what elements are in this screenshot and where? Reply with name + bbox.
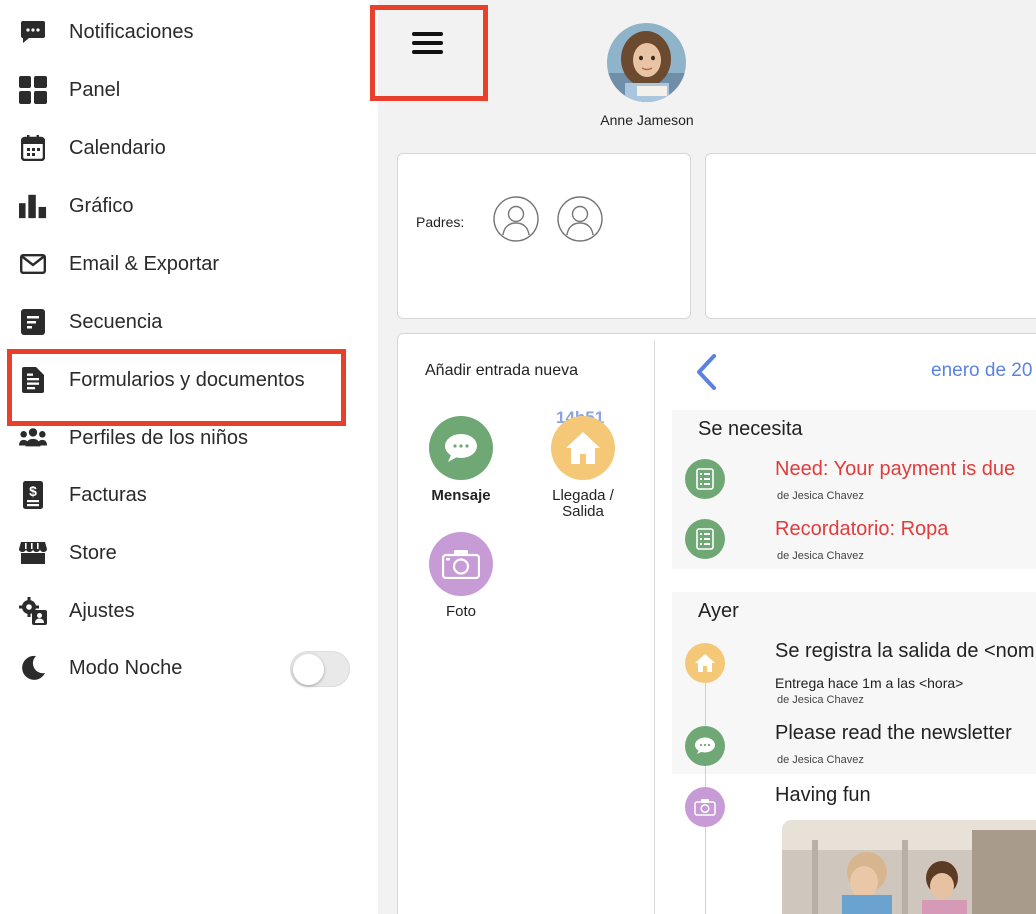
sidebar-item-notificaciones[interactable]: Notificaciones bbox=[0, 4, 378, 60]
entry-photo[interactable] bbox=[782, 820, 1036, 914]
section-title: Se necesita bbox=[698, 418, 803, 440]
chevron-left-icon[interactable] bbox=[692, 352, 722, 392]
camera-icon bbox=[685, 787, 725, 827]
moon-icon bbox=[19, 654, 47, 682]
entry-title[interactable]: Recordatorio: Ropa bbox=[775, 518, 948, 541]
dashboard-grid-icon bbox=[19, 76, 47, 104]
sidebar-item-label: Facturas bbox=[69, 483, 147, 506]
calendar-icon bbox=[19, 134, 47, 162]
entry-title[interactable]: Please read the newsletter bbox=[775, 722, 1012, 745]
child-name: Anne Jameson bbox=[600, 112, 694, 128]
sidebar-item-facturas[interactable]: $ Facturas bbox=[0, 467, 378, 523]
sidebar-item-calendario[interactable]: Calendario bbox=[0, 120, 378, 176]
sidebar-item-store[interactable]: Store bbox=[0, 525, 378, 581]
sidebar-item-email-exportar[interactable]: Email & Exportar bbox=[0, 236, 378, 292]
entry-author: de Jesica Chavez bbox=[777, 490, 864, 502]
speech-bubble-icon bbox=[685, 726, 725, 766]
night-mode-toggle[interactable] bbox=[290, 651, 350, 687]
bar-chart-icon bbox=[19, 192, 47, 220]
settings-gear-icon bbox=[19, 597, 47, 625]
entry-author: de Jesica Chavez bbox=[777, 550, 864, 562]
feed-divider bbox=[654, 340, 655, 914]
message-action-circle bbox=[429, 416, 493, 480]
sidebar-item-panel[interactable]: Panel bbox=[0, 62, 378, 118]
checkin-action[interactable]: Llegada / Salida bbox=[533, 416, 633, 520]
parents-card: Padres: bbox=[397, 153, 691, 319]
envelope-icon bbox=[19, 250, 47, 278]
svg-text:$: $ bbox=[29, 483, 37, 499]
photo-action-label: Foto bbox=[445, 603, 476, 620]
checkin-action-label: Llegada / Salida bbox=[552, 487, 614, 520]
toggle-knob bbox=[293, 654, 324, 685]
avatar[interactable] bbox=[607, 23, 686, 102]
sidebar: Notificaciones Panel Calendario Gráfico … bbox=[0, 0, 378, 914]
entry-title[interactable]: Se registra la salida de <nom bbox=[775, 640, 1035, 663]
message-action[interactable]: Mensaje bbox=[411, 416, 511, 504]
highlight-formularios bbox=[7, 349, 346, 426]
people-group-icon bbox=[19, 424, 47, 452]
sidebar-item-label: Panel bbox=[69, 78, 121, 101]
store-icon bbox=[19, 539, 47, 567]
house-icon bbox=[566, 432, 600, 464]
photo-action[interactable]: Foto bbox=[411, 532, 511, 620]
parent-avatar-icon[interactable] bbox=[493, 196, 539, 242]
form-document-icon bbox=[685, 519, 725, 559]
month-label[interactable]: enero de 20 bbox=[931, 360, 1032, 382]
form-document-icon bbox=[685, 459, 725, 499]
sidebar-item-label: Perfiles de los niños bbox=[69, 426, 248, 449]
entry-title[interactable]: Having fun bbox=[775, 784, 871, 807]
add-entry-title: Añadir entrada nueva bbox=[425, 362, 578, 379]
speech-bubble-icon bbox=[445, 434, 477, 462]
sidebar-item-label: Secuencia bbox=[69, 310, 163, 333]
sidebar-item-secuencia[interactable]: Secuencia bbox=[0, 294, 378, 350]
message-action-label: Mensaje bbox=[431, 487, 491, 504]
sidebar-item-label: Gráfico bbox=[69, 194, 134, 217]
sidebar-item-label: Email & Exportar bbox=[69, 252, 220, 275]
journal-card: Añadir entrada nueva Mensaje 14h51 Llega… bbox=[397, 333, 1036, 914]
sidebar-item-ajustes[interactable]: Ajustes bbox=[0, 583, 378, 639]
checkin-action-circle bbox=[551, 416, 615, 480]
entry-author: de Jesica Chavez bbox=[777, 754, 864, 766]
section-title: Ayer bbox=[698, 600, 739, 622]
highlight-menu bbox=[370, 5, 488, 101]
camera-icon bbox=[442, 550, 480, 579]
invoice-dollar-icon: $ bbox=[19, 481, 47, 509]
sidebar-item-label: Calendario bbox=[69, 136, 166, 159]
entry-detail: Entrega hace 1m a las <hora> bbox=[775, 675, 964, 691]
entry-author: de Jesica Chavez bbox=[777, 694, 864, 706]
entry-title[interactable]: Need: Your payment is due bbox=[775, 458, 1015, 481]
sidebar-item-label: Ajustes bbox=[69, 599, 135, 622]
parent-avatar-icon[interactable] bbox=[557, 196, 603, 242]
parents-label: Padres: bbox=[416, 214, 465, 230]
info-card bbox=[705, 153, 1036, 319]
house-icon bbox=[685, 643, 725, 683]
sidebar-item-grafico[interactable]: Gráfico bbox=[0, 178, 378, 234]
main-panel: Anne Jameson Padres: Añadir entrada nuev… bbox=[378, 0, 1036, 914]
sequence-icon bbox=[19, 308, 47, 336]
chat-bubble-icon bbox=[19, 18, 47, 46]
sidebar-item-label: Modo Noche bbox=[69, 656, 183, 679]
sidebar-item-label: Notificaciones bbox=[69, 20, 194, 43]
sidebar-item-label: Store bbox=[69, 541, 117, 564]
photo-action-circle bbox=[429, 532, 493, 596]
